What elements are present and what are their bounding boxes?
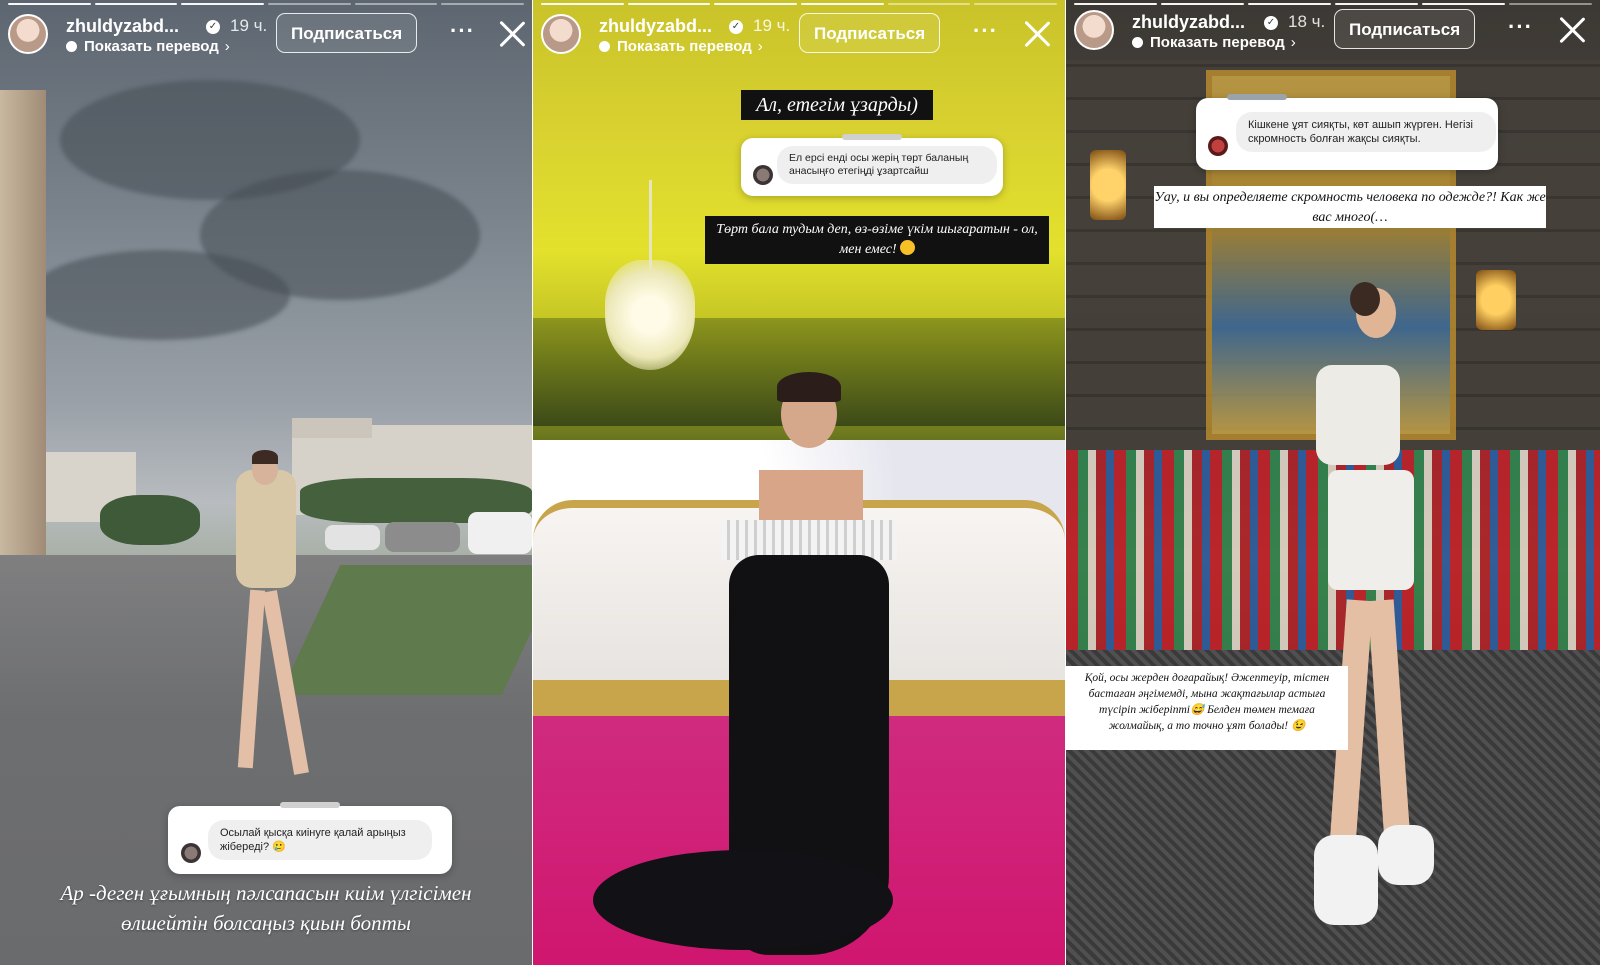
chevron-right-icon: › bbox=[224, 38, 230, 55]
story-panel-1[interactable]: zhuldyzabd... ✓ 19 ч. Показать перевод › … bbox=[0, 0, 532, 965]
post-time: 19 ч. bbox=[230, 16, 268, 35]
commenter-avatar bbox=[753, 165, 773, 185]
translate-icon bbox=[1132, 37, 1143, 48]
story-caption-top: Ал, етегім ұзарды) bbox=[741, 90, 933, 120]
show-translation-link[interactable]: Показать перевод › bbox=[1132, 34, 1296, 51]
more-options-icon[interactable]: ··· bbox=[450, 18, 475, 44]
close-icon[interactable] bbox=[498, 20, 526, 48]
question-sticker: Кішкене ұят сияқты, көт ашып жүрген. Нег… bbox=[1196, 94, 1498, 170]
follow-button[interactable]: Подписаться bbox=[1334, 9, 1476, 49]
translate-icon bbox=[66, 41, 77, 52]
show-translation-link[interactable]: Показать перевод › bbox=[66, 38, 230, 55]
more-options-icon[interactable]: ··· bbox=[973, 18, 998, 44]
commenter-avatar bbox=[181, 843, 201, 863]
verified-badge-icon: ✓ bbox=[1264, 16, 1278, 30]
question-text: Осылай қысқа киінуге қалай арыңыз жібере… bbox=[208, 820, 432, 860]
translate-icon bbox=[599, 41, 610, 52]
question-text: Кішкене ұят сияқты, көт ашып жүрген. Нег… bbox=[1236, 112, 1496, 152]
more-options-icon[interactable]: ··· bbox=[1508, 14, 1533, 40]
username[interactable]: zhuldyzabd... bbox=[66, 16, 179, 37]
show-translation-link[interactable]: Показать перевод › bbox=[599, 38, 763, 55]
question-text: Ел ерсі енді осы жерің төрт баланың анас… bbox=[777, 146, 997, 184]
avatar[interactable] bbox=[541, 14, 581, 54]
avatar[interactable] bbox=[1074, 10, 1114, 50]
chevron-right-icon: › bbox=[757, 38, 763, 55]
close-icon[interactable] bbox=[1558, 16, 1586, 44]
follow-button[interactable]: Подписаться bbox=[276, 13, 418, 53]
question-sticker: Ел ерсі енді осы жерің төрт баланың анас… bbox=[741, 134, 1003, 196]
follow-button[interactable]: Подписаться bbox=[799, 13, 941, 53]
story-progress bbox=[541, 3, 1058, 5]
post-time: 18 ч. bbox=[1288, 12, 1326, 31]
question-sticker: Осылай қысқа киінуге қалай арыңыз жібере… bbox=[168, 802, 452, 874]
story-header: zhuldyzabd... ✓ 18 ч. Показать перевод › … bbox=[1074, 6, 1592, 56]
post-time: 19 ч. bbox=[753, 16, 791, 35]
story-progress bbox=[8, 3, 525, 5]
story-caption: Төрт бала тудым деп, өз-өзіме үкім шығар… bbox=[705, 216, 1049, 264]
story-progress bbox=[1074, 3, 1592, 5]
story-panel-2[interactable]: zhuldyzabd... ✓ 19 ч. Показать перевод › … bbox=[533, 0, 1065, 965]
username[interactable]: zhuldyzabd... bbox=[1132, 12, 1245, 33]
commenter-avatar bbox=[1208, 136, 1228, 156]
story-panel-3[interactable]: zhuldyzabd... ✓ 18 ч. Показать перевод › … bbox=[1066, 0, 1600, 965]
username[interactable]: zhuldyzabd... bbox=[599, 16, 712, 37]
story-caption: Қой, осы жерден доғарайық! Әжептеуір, ті… bbox=[1066, 666, 1348, 750]
verified-badge-icon: ✓ bbox=[206, 20, 220, 34]
emoji-icon bbox=[899, 240, 915, 255]
story-header: zhuldyzabd... ✓ 19 ч. Показать перевод › … bbox=[8, 10, 524, 60]
verified-badge-icon: ✓ bbox=[729, 20, 743, 34]
chevron-right-icon: › bbox=[1290, 34, 1296, 51]
story-caption: Ар -деген ұғымның пәлсапасын киім үлгісі… bbox=[60, 881, 472, 935]
story-header: zhuldyzabd... ✓ 19 ч. Показать перевод › … bbox=[541, 10, 1057, 60]
avatar[interactable] bbox=[8, 14, 48, 54]
story-caption-top: Уау, и вы определяете скромность человек… bbox=[1154, 186, 1546, 228]
close-icon[interactable] bbox=[1023, 20, 1051, 48]
